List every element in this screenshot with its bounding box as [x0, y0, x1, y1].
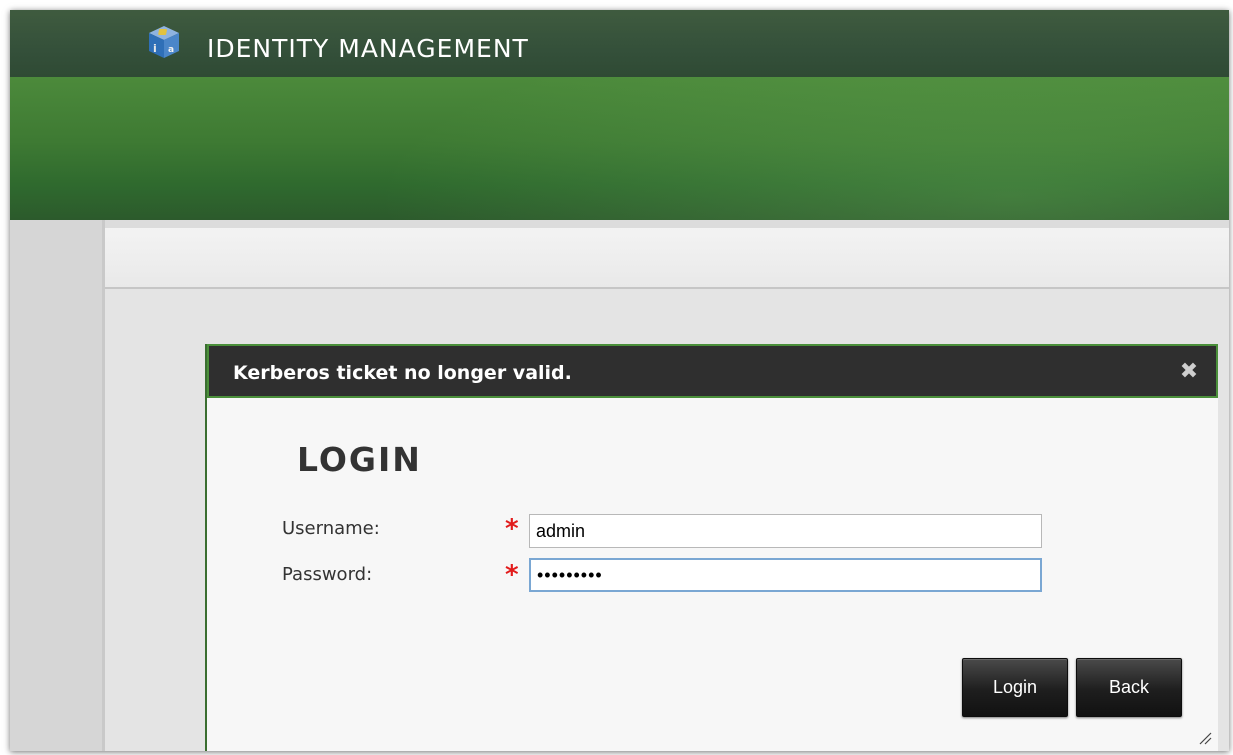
login-heading: LOGIN [297, 440, 422, 479]
login-dialog: Kerberos ticket no longer valid. ✖ LOGIN… [205, 344, 1218, 751]
close-icon[interactable]: ✖ [1176, 359, 1202, 385]
dialog-titlebar: Kerberos ticket no longer valid. ✖ [207, 344, 1218, 398]
toolbar-band [105, 228, 1229, 289]
header-banner [10, 77, 1229, 220]
navigation-sidebar [10, 220, 105, 751]
svg-text:i: i [153, 42, 157, 55]
login-button[interactable]: Login [962, 658, 1068, 717]
password-input[interactable] [529, 558, 1042, 592]
username-label: Username: [282, 518, 380, 539]
svg-text:a: a [168, 45, 174, 55]
username-input[interactable] [529, 514, 1042, 548]
password-required-mark: * [505, 560, 519, 590]
app-title: IDENTITY MANAGEMENT [207, 34, 529, 63]
header-bar: i a IDENTITY MANAGEMENT [10, 10, 1229, 77]
dialog-title: Kerberos ticket no longer valid. [233, 362, 572, 384]
back-button[interactable]: Back [1076, 658, 1182, 717]
username-required-mark: * [505, 514, 519, 544]
browser-frame: i a IDENTITY MANAGEMENT Kerberos ticket … [10, 10, 1229, 751]
password-label: Password: [282, 564, 373, 585]
resize-grip-icon[interactable] [1198, 731, 1212, 745]
ipa-cube-logo-icon: i a [149, 26, 179, 58]
